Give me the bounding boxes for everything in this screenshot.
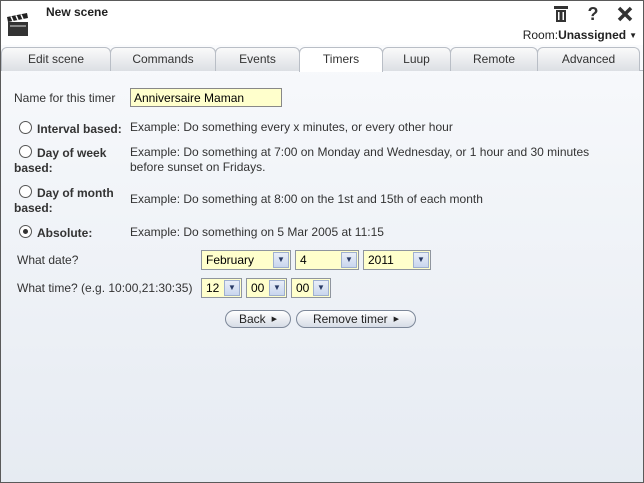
minute-select[interactable]: 00 ▼ xyxy=(246,278,287,298)
month-value: February xyxy=(206,253,255,267)
arrow-right-icon: ▶ xyxy=(271,315,278,323)
year-value: 2011 xyxy=(368,253,394,267)
time-label: What time? (e.g. 10:00,21:30:35) xyxy=(17,281,193,295)
remove-timer-button[interactable]: Remove timer ▶ xyxy=(296,310,416,328)
day-of-week-label: Day of week based: xyxy=(14,146,107,175)
tab-timers[interactable]: Timers xyxy=(299,47,383,72)
help-icon[interactable]: ? xyxy=(583,4,603,24)
interval-example: Example: Do something every x minutes, o… xyxy=(130,120,453,134)
absolute-example: Example: Do something on 5 Mar 2005 at 1… xyxy=(130,225,384,239)
day-of-month-example: Example: Do something at 8:00 on the 1st… xyxy=(130,192,483,206)
chevron-down-icon: ▼ xyxy=(224,280,240,296)
chevron-down-icon: ▼ xyxy=(341,252,357,268)
timer-name-input[interactable] xyxy=(130,88,282,107)
tab-commands[interactable]: Commands xyxy=(110,47,216,71)
hour-value: 12 xyxy=(206,281,220,295)
day-of-month-label: Day of month based: xyxy=(14,186,114,215)
remove-timer-label: Remove timer xyxy=(312,312,388,326)
month-select[interactable]: February ▼ xyxy=(201,250,291,270)
room-value: Unassigned xyxy=(558,28,627,42)
interval-label: Interval based: xyxy=(37,122,122,136)
day-select[interactable]: 4 ▼ xyxy=(295,250,359,270)
radio-interval[interactable] xyxy=(19,121,32,134)
tab-remote[interactable]: Remote xyxy=(450,47,538,71)
timer-name-label: Name for this timer xyxy=(14,91,116,105)
hour-select[interactable]: 12 ▼ xyxy=(201,278,242,298)
room-label: Room: xyxy=(522,28,559,42)
chevron-down-icon: ▼ xyxy=(413,252,429,268)
scene-editor-window: New scene ? Room:Unassigned ▼ Edit scene … xyxy=(0,0,644,483)
tab-events[interactable]: Events xyxy=(215,47,300,71)
arrow-right-icon: ▶ xyxy=(393,315,400,323)
date-label: What date? xyxy=(17,253,79,267)
day-value: 4 xyxy=(300,253,307,267)
radio-absolute[interactable] xyxy=(19,225,32,238)
room-selector[interactable]: Room:Unassigned ▼ xyxy=(523,28,637,42)
back-button[interactable]: Back ▶ xyxy=(225,310,291,328)
tab-luup[interactable]: Luup xyxy=(382,47,451,71)
chevron-down-icon: ▼ xyxy=(273,252,289,268)
caret-down-icon: ▼ xyxy=(629,31,637,41)
back-button-label: Back xyxy=(238,312,266,326)
minute-value: 00 xyxy=(251,281,265,295)
close-icon[interactable] xyxy=(615,4,635,24)
clapperboard-icon xyxy=(7,13,28,36)
second-value: 00 xyxy=(296,281,310,295)
tab-edit-scene[interactable]: Edit scene xyxy=(1,47,111,71)
title-bar: New scene ? Room:Unassigned ▼ xyxy=(1,1,643,45)
day-of-week-example: Example: Do something at 7:00 on Monday … xyxy=(130,145,590,174)
scene-title: New scene xyxy=(46,5,109,19)
tab-bar: Edit scene Commands Events Timers Luup R… xyxy=(1,47,643,72)
absolute-label: Absolute: xyxy=(37,226,93,240)
tab-advanced[interactable]: Advanced xyxy=(537,47,640,71)
second-select[interactable]: 00 ▼ xyxy=(291,278,331,298)
trash-icon[interactable] xyxy=(551,4,571,24)
chevron-down-icon: ▼ xyxy=(269,280,285,296)
year-select[interactable]: 2011 ▼ xyxy=(363,250,431,270)
chevron-down-icon: ▼ xyxy=(313,280,329,296)
